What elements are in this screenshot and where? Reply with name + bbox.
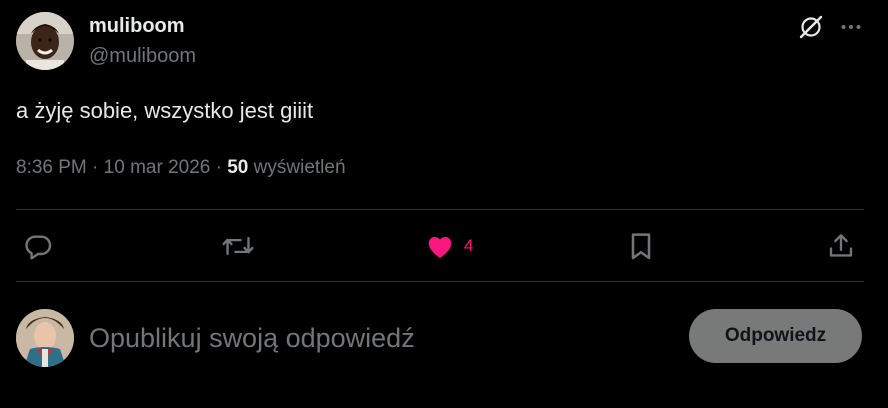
- reply-bubble-icon: [25, 235, 52, 260]
- meta-separator: ·: [86, 157, 104, 178]
- tweet-date[interactable]: 10 mar 2026: [104, 154, 211, 182]
- bookmark-button[interactable]: [626, 226, 656, 266]
- more-dots-icon: [841, 25, 861, 29]
- tweet-time[interactable]: 8:36 PM: [16, 154, 87, 182]
- more-options-button[interactable]: [835, 11, 867, 43]
- current-user-avatar-image: [16, 309, 74, 367]
- author-handle[interactable]: @muliboom: [89, 43, 196, 69]
- divider-bottom: [16, 281, 864, 282]
- author-avatar[interactable]: [16, 12, 74, 70]
- repost-button[interactable]: [221, 226, 255, 266]
- tweet-detail: muliboom @muliboom a żyję sobie, wszystk…: [0, 0, 888, 408]
- reply-input[interactable]: [89, 318, 669, 358]
- views-count[interactable]: 50: [227, 154, 248, 182]
- heart-filled-icon: [428, 236, 452, 258]
- like-button[interactable]: 4: [424, 226, 473, 266]
- share-button[interactable]: [826, 226, 856, 266]
- author-avatar-image: [16, 12, 74, 70]
- divider-top: [16, 209, 864, 210]
- grok-button[interactable]: [795, 11, 827, 43]
- author-display-name[interactable]: muliboom: [89, 13, 185, 39]
- reply-submit-button[interactable]: Odpowiedz: [689, 309, 862, 363]
- tweet-text: a żyję sobie, wszystko jest giiit: [16, 98, 314, 123]
- views-label: wyświetleń: [253, 157, 346, 178]
- bookmark-icon: [631, 233, 651, 260]
- meta-separator: ·: [210, 157, 228, 178]
- grok-icon: [799, 15, 823, 39]
- current-user-avatar[interactable]: [16, 309, 74, 367]
- like-count: 4: [464, 236, 474, 255]
- tweet-meta: 8:36 PM · 10 mar 2026 · 50 wyświetleń: [16, 154, 346, 182]
- share-icon: [829, 234, 853, 257]
- repost-icon: [222, 236, 254, 256]
- reply-button[interactable]: [22, 226, 54, 266]
